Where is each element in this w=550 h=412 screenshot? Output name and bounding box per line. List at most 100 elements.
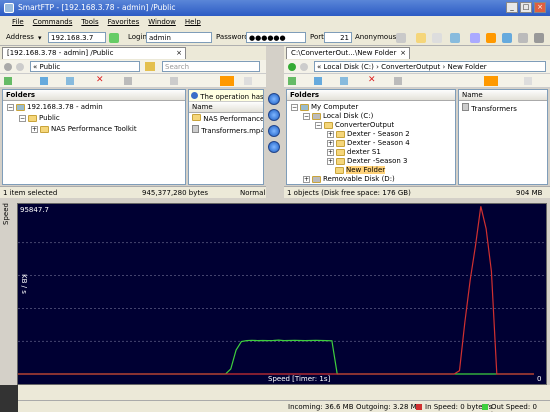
folder-icon	[324, 121, 333, 129]
file-row[interactable]: Transformers	[459, 101, 547, 115]
delete-icon[interactable]: ✕	[96, 76, 106, 85]
copy-icon[interactable]	[340, 77, 348, 85]
refresh-icon[interactable]	[288, 77, 296, 85]
expand-icon[interactable]: +	[327, 148, 334, 156]
expand-icon[interactable]: +	[327, 130, 334, 138]
transfer-right-icon[interactable]	[268, 93, 280, 105]
compare-icon[interactable]	[268, 141, 280, 153]
panes-icon[interactable]	[518, 33, 528, 43]
tree-item-public[interactable]: − Public	[19, 114, 60, 122]
download-icon[interactable]	[40, 77, 48, 85]
gridlines	[18, 242, 546, 342]
collapse-icon[interactable]: −	[19, 114, 26, 122]
notice-text: The operation has been	[200, 93, 264, 101]
graph-x-label: Speed [Timer: 1s]	[268, 375, 331, 383]
forward-icon[interactable]	[300, 63, 308, 71]
name-column-header[interactable]: Name	[459, 90, 547, 101]
upload-icon[interactable]	[314, 77, 322, 85]
expand-icon[interactable]: +	[303, 175, 310, 183]
properties-icon[interactable]	[394, 77, 402, 85]
anonymous-label: Anonymous	[355, 33, 397, 41]
tab-local[interactable]: C:\ConverterOut...\New Folder ×	[286, 47, 410, 59]
settings-icon[interactable]	[470, 33, 480, 43]
collapse-icon[interactable]: −	[303, 112, 310, 120]
menu-favorites[interactable]: Favorites	[108, 18, 140, 29]
new-icon[interactable]	[484, 76, 498, 86]
anonymous-dropdown-icon[interactable]	[396, 33, 406, 43]
tree-item-my-computer[interactable]: − My Computer	[291, 103, 358, 111]
tree-item-local-disk[interactable]: − Local Disk (C:)	[303, 112, 373, 120]
file-icon	[192, 125, 199, 133]
tree-item-dexter-s2[interactable]: + Dexter - Season 2	[327, 130, 410, 138]
view-icon[interactable]	[170, 77, 178, 85]
menu-tools[interactable]: Tools	[81, 18, 98, 29]
status-disk: 1 objects (Disk free space: 176 GB)	[287, 189, 411, 197]
delete-icon[interactable]: ✕	[368, 76, 378, 85]
forward-icon[interactable]	[16, 63, 24, 71]
status-selection: 1 item selected	[3, 189, 58, 197]
options-icon[interactable]	[524, 77, 532, 85]
menu-help[interactable]: Help	[185, 18, 201, 29]
options-icon[interactable]	[244, 77, 252, 85]
collapse-icon[interactable]: −	[7, 103, 14, 111]
favorites-icon[interactable]	[416, 33, 426, 43]
tree-item-server[interactable]: − 192.168.3.78 - admin	[7, 103, 103, 111]
minimize-button[interactable]: _	[506, 2, 518, 13]
collapse-icon[interactable]: −	[315, 121, 322, 129]
maximize-button[interactable]: □	[520, 2, 532, 13]
local-panel: C:\ConverterOut...\New Folder × « Local …	[284, 46, 550, 198]
search-input[interactable]: Search	[162, 61, 260, 72]
collapse-icon[interactable]: −	[291, 103, 298, 111]
expand-icon[interactable]: +	[327, 139, 334, 147]
view-toggle-icon[interactable]	[486, 33, 496, 43]
tree-item-new-folder[interactable]: New Folder	[335, 166, 386, 174]
menu-bar: File Commands Tools Favorites Window Hel…	[0, 16, 550, 29]
port-input[interactable]: 21	[324, 32, 352, 43]
back-icon[interactable]	[4, 63, 12, 71]
new-icon[interactable]	[220, 76, 234, 86]
up-folder-icon[interactable]	[145, 62, 155, 71]
back-icon[interactable]	[288, 63, 296, 71]
menu-file[interactable]: File	[12, 18, 24, 29]
tree-item-nas-toolkit[interactable]: + NAS Performance Toolkit	[31, 125, 137, 133]
tree-label: My Computer	[311, 103, 359, 111]
address-label: Address	[6, 33, 34, 41]
file-row[interactable]: Transformers.mp4	[189, 124, 263, 136]
transfer-queue-icon[interactable]	[432, 33, 442, 43]
connect-icon[interactable]	[109, 33, 119, 43]
out-speed-line	[18, 339, 534, 375]
sync-icon[interactable]	[268, 125, 280, 137]
tree-label: dexter S1	[347, 148, 381, 156]
expand-icon[interactable]: +	[327, 157, 334, 165]
tree-item-dexter-s4[interactable]: + Dexter - Season 4	[327, 139, 410, 147]
tree-item-removable-disk[interactable]: + Removable Disk (D:)	[303, 175, 395, 183]
tree-item-dexter-s1[interactable]: + dexter S1	[327, 148, 381, 156]
name-column-header[interactable]: Name	[189, 102, 263, 113]
transfer-left-icon[interactable]	[268, 109, 280, 121]
properties-icon[interactable]	[124, 77, 132, 85]
expand-icon[interactable]: +	[31, 125, 38, 133]
remote-path[interactable]: « Public	[30, 61, 140, 72]
file-row[interactable]: NAS Performance...	[189, 113, 263, 124]
host-input[interactable]: 192.168.3.7	[48, 32, 106, 43]
more-icon[interactable]	[534, 33, 544, 43]
tab-close-icon[interactable]: ×	[176, 49, 182, 57]
log-icon[interactable]	[450, 33, 460, 43]
menu-commands[interactable]: Commands	[33, 18, 73, 29]
login-input[interactable]: admin	[146, 32, 212, 43]
menu-window[interactable]: Window	[148, 18, 176, 29]
upload-icon[interactable]	[66, 77, 74, 85]
tree-item-dexter-s3[interactable]: + Dexter -Season 3	[327, 157, 407, 165]
tab-remote[interactable]: [192.168.3.78 - admin] /Public ×	[2, 47, 186, 59]
refresh-icon[interactable]	[4, 77, 12, 85]
local-path[interactable]: « Local Disk (C:) › ConverterOutput › Ne…	[314, 61, 546, 72]
close-button[interactable]: ×	[534, 2, 546, 13]
tree-label: Dexter -Season 3	[347, 157, 408, 165]
port-label: Port	[310, 33, 324, 41]
tab-close-icon[interactable]: ×	[400, 49, 406, 57]
layout-icon[interactable]	[502, 33, 512, 43]
address-dropdown-icon[interactable]: ▾	[38, 34, 44, 42]
password-input[interactable]: ●●●●●●	[246, 32, 306, 43]
status-mode: Normal	[240, 189, 266, 197]
tree-item-converter-output[interactable]: − ConverterOutput	[315, 121, 394, 129]
